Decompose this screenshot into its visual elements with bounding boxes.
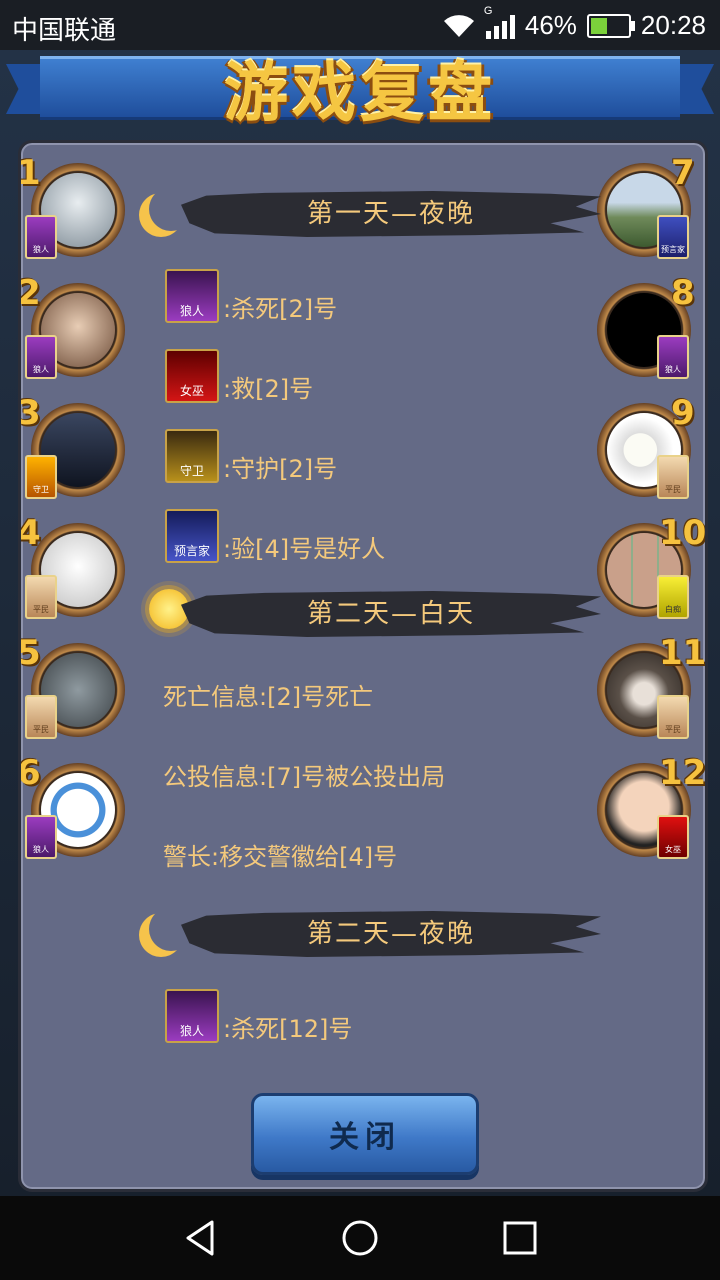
seat-number: 7 — [671, 153, 695, 193]
guard-role-card: 守卫 — [165, 429, 219, 483]
page-title: 游戏复盘 — [224, 57, 496, 131]
title-banner: 游戏复盘 — [0, 50, 720, 131]
action-text: :杀死[12]号 — [223, 1015, 353, 1043]
wolf-role-card: 狼人 — [165, 989, 219, 1043]
home-icon[interactable] — [340, 1218, 380, 1258]
signal-icon: G — [484, 5, 515, 39]
action-text: :守护[2]号 — [223, 455, 338, 483]
role-badge: 狼人 — [657, 335, 689, 379]
battery-percent: 46% — [524, 10, 577, 40]
wolf-role-card: 狼人 — [165, 269, 219, 323]
seat-number: 9 — [671, 393, 695, 433]
seat-number: 5 — [18, 633, 41, 673]
seat-number: 11 — [659, 633, 707, 673]
role-badge: 守卫 — [25, 455, 57, 499]
role-badge: 狼人 — [25, 215, 57, 259]
action-text: :救[2]号 — [223, 375, 314, 403]
player-seat-9[interactable]: 9 平民 — [597, 393, 695, 499]
role-badge: 预言家 — [657, 215, 689, 259]
sheriff-info: 警长:移交警徽给[4]号 — [163, 843, 398, 871]
seat-number: 3 — [18, 393, 41, 433]
navigation-bar — [0, 1196, 720, 1280]
seat-number: 10 — [659, 513, 707, 553]
back-icon[interactable] — [182, 1218, 222, 1258]
player-seat-11[interactable]: 11 平民 — [597, 633, 705, 739]
seat-number: 6 — [18, 753, 41, 793]
clock: 20:28 — [640, 10, 706, 40]
seat-number: 2 — [18, 273, 41, 313]
seat-number: 1 — [18, 153, 41, 193]
player-seat-8[interactable]: 8 狼人 — [597, 273, 695, 379]
player-seat-12[interactable]: 12 女巫 — [597, 753, 705, 859]
recent-apps-icon[interactable] — [500, 1218, 540, 1258]
seer-role-card: 预言家 — [165, 509, 219, 563]
section-header-day2-night: 第二天—夜晚 — [141, 903, 601, 963]
role-badge: 女巫 — [657, 815, 689, 859]
seat-number: 12 — [659, 753, 707, 793]
action-text: :验[4]号是好人 — [223, 535, 386, 563]
player-seat-4[interactable]: 4 平民 — [21, 513, 125, 619]
section-header-day1-night: 第一天—夜晚 — [141, 183, 601, 243]
role-badge: 平民 — [657, 455, 689, 499]
role-badge: 白痴 — [657, 575, 689, 619]
replay-panel: 1 狼人 2 狼人 3 守卫 4 平民 5 平民 6 狼人 7 预言家 8 狼人… — [18, 140, 708, 1192]
section-header-day2-day: 第二天—白天 — [141, 583, 601, 643]
player-seat-10[interactable]: 10 白痴 — [597, 513, 705, 619]
witch-role-card: 女巫 — [165, 349, 219, 403]
close-button[interactable]: 关闭 — [251, 1093, 479, 1175]
section-title: 第二天—白天 — [306, 599, 475, 629]
role-badge: 平民 — [25, 575, 57, 619]
player-seat-3[interactable]: 3 守卫 — [21, 393, 125, 499]
player-seat-5[interactable]: 5 平民 — [21, 633, 125, 739]
player-seat-7[interactable]: 7 预言家 — [597, 153, 695, 259]
seat-number: 4 — [18, 513, 41, 553]
role-badge: 狼人 — [25, 335, 57, 379]
role-badge: 狼人 — [25, 815, 57, 859]
player-seat-2[interactable]: 2 狼人 — [21, 273, 125, 379]
seat-number: 8 — [671, 273, 695, 313]
player-seat-6[interactable]: 6 狼人 — [21, 753, 125, 859]
vote-info: 公投信息:[7]号被公投出局 — [163, 763, 446, 791]
role-badge: 平民 — [657, 695, 689, 739]
section-title: 第一天—夜晚 — [306, 199, 475, 229]
player-seat-1[interactable]: 1 狼人 — [21, 153, 125, 259]
action-text: :杀死[2]号 — [223, 295, 338, 323]
battery-icon — [586, 13, 635, 38]
role-badge: 平民 — [25, 695, 57, 739]
section-title: 第二天—夜晚 — [306, 919, 475, 949]
network-type: G — [483, 4, 493, 17]
wifi-icon — [443, 14, 474, 37]
death-info: 死亡信息:[2]号死亡 — [163, 683, 374, 711]
